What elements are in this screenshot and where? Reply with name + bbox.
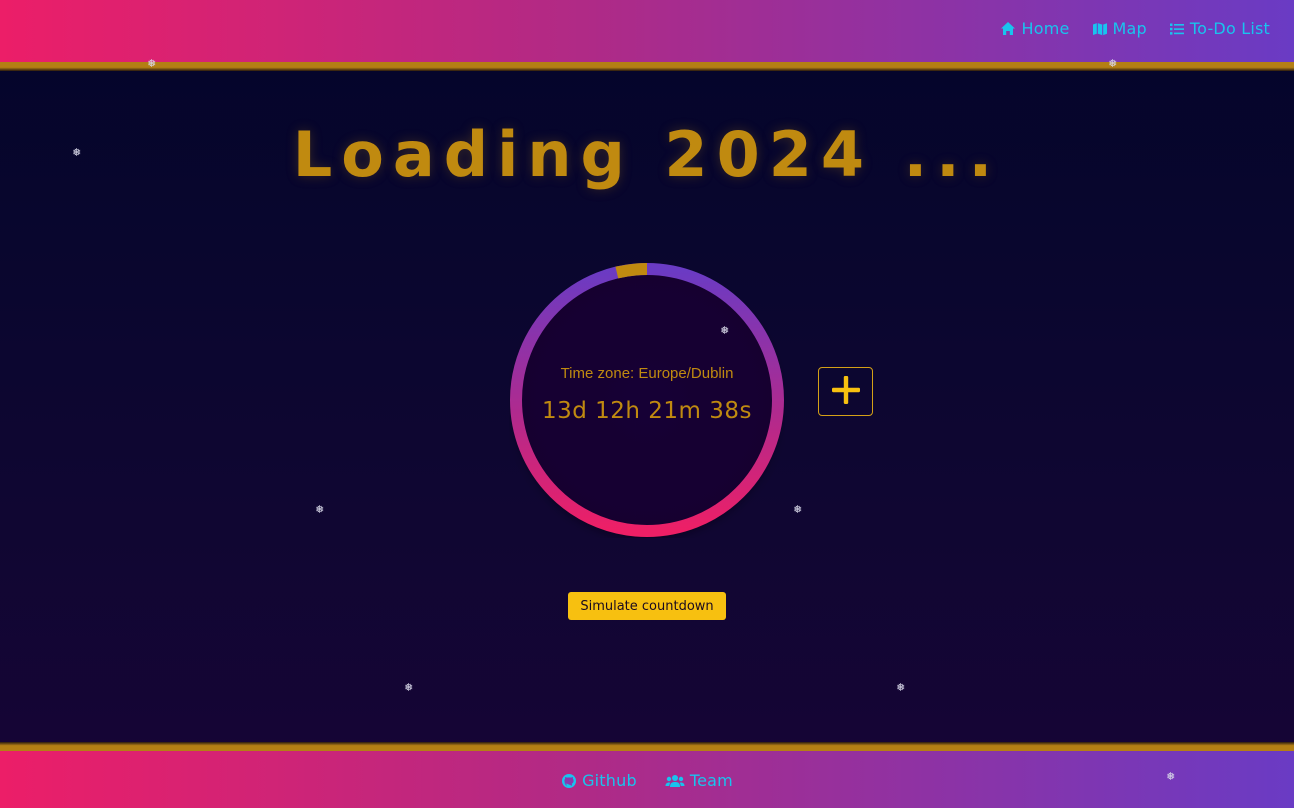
nav-home-link[interactable]: Home — [1000, 19, 1069, 38]
main-nav: Home Map To-Do List — [1000, 19, 1270, 38]
simulate-countdown-button[interactable]: Simulate countdown — [568, 592, 726, 620]
top-navbar: Home Map To-Do List — [0, 0, 1294, 62]
footer: Github Team — [0, 751, 1294, 808]
snowflake-icon: ❅ — [315, 503, 325, 516]
github-link[interactable]: Github — [561, 771, 637, 790]
team-link[interactable]: Team — [665, 771, 733, 790]
snowflake-icon: ❅ — [793, 503, 803, 516]
snowflake-icon: ❅ — [72, 146, 82, 159]
plus-icon — [830, 374, 862, 409]
footer-links: Github Team — [0, 771, 1294, 790]
nav-todo-link[interactable]: To-Do List — [1169, 19, 1270, 38]
nav-map-link[interactable]: Map — [1092, 19, 1147, 38]
map-icon — [1092, 21, 1108, 37]
snowflake-icon: ❅ — [896, 681, 906, 694]
snowflake-icon: ❅ — [147, 57, 157, 70]
countdown-timer: 13d 12h 21m 38s — [541, 397, 753, 424]
snowflake-icon: ❅ — [404, 681, 414, 694]
footer-divider — [0, 742, 1294, 751]
snowflake-icon: ❅ — [1166, 770, 1176, 783]
github-label: Github — [582, 771, 637, 790]
nav-map-label: Map — [1112, 19, 1147, 38]
nav-todo-label: To-Do List — [1189, 19, 1270, 38]
countdown-ring: Time zone: Europe/Dublin 13d 12h 21m 38s — [509, 262, 785, 538]
team-icon — [665, 773, 685, 789]
snowflake-icon: ❅ — [720, 324, 730, 337]
page-title: Loading 2024 ... — [292, 118, 1002, 191]
github-icon — [561, 773, 577, 789]
nav-home-label: Home — [1021, 19, 1070, 38]
snowflake-icon: ❅ — [1108, 57, 1118, 70]
countdown-content: Time zone: Europe/Dublin 13d 12h 21m 38s — [509, 262, 785, 538]
add-button[interactable] — [818, 367, 873, 416]
list-icon — [1169, 21, 1185, 37]
timezone-label: Time zone: Europe/Dublin — [560, 364, 734, 382]
header-divider — [0, 62, 1294, 71]
team-label: Team — [689, 771, 733, 790]
home-icon — [1000, 21, 1016, 37]
